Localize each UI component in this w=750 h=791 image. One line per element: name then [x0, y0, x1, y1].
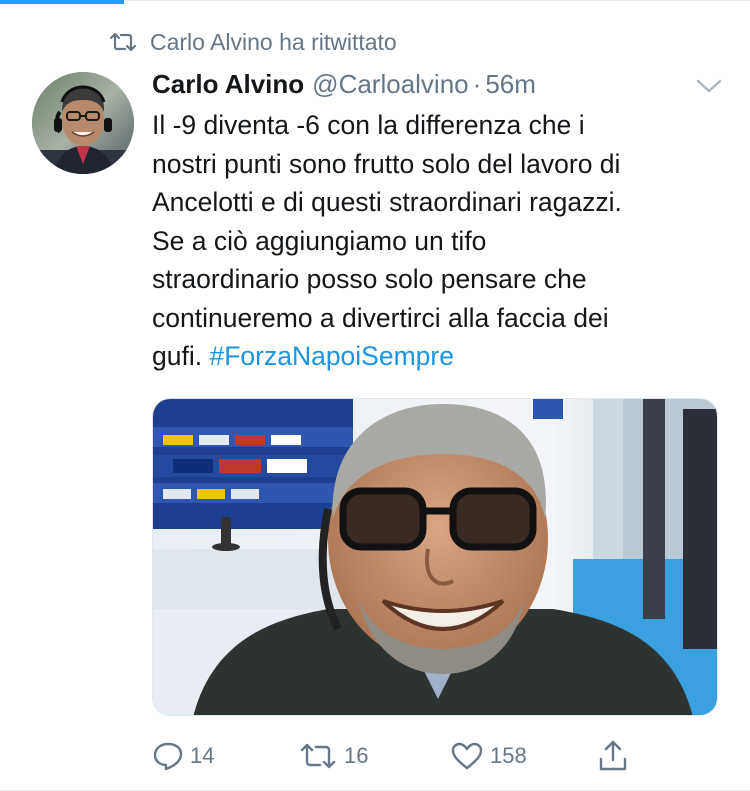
timestamp[interactable]: 56m — [485, 69, 536, 100]
tweet-text-line: Se a ciò aggiungiamo un tifo — [152, 225, 487, 256]
avatar[interactable] — [32, 72, 134, 174]
avatar-image — [32, 72, 134, 174]
like-count: 158 — [490, 743, 527, 768]
reply-icon — [153, 742, 183, 771]
reply-count: 14 — [190, 743, 215, 768]
media-photo — [153, 399, 717, 715]
retweet-context-label: Carlo Alvino ha ritwittato — [150, 28, 397, 55]
tweet-header: Carlo Alvino @Carloalvino · 56m — [152, 66, 536, 102]
retweet-button[interactable]: 16 — [298, 736, 368, 776]
retweet-count: 16 — [344, 743, 369, 768]
tweet-text-line: nostri punti sono frutto solo del lavoro… — [152, 148, 621, 179]
display-name[interactable]: Carlo Alvino — [152, 69, 304, 100]
tab-indicator — [0, 0, 124, 4]
action-bar: 14 16 158 — [152, 736, 652, 776]
chevron-down-icon[interactable] — [694, 74, 724, 96]
tweet-text-line: Ancelotti e di questi straordinari ragaz… — [152, 187, 622, 217]
tweet-text: Il -9 diventa -6 con la differenza che i… — [152, 106, 722, 376]
reply-button[interactable]: 14 — [152, 736, 214, 776]
tweet-text-end: gufi. — [152, 341, 203, 371]
retweet-context[interactable]: Carlo Alvino ha ritwittato — [108, 27, 397, 57]
hashtag-link[interactable]: #ForzaNapoiSempre — [209, 341, 454, 371]
share-icon — [599, 740, 627, 771]
like-button[interactable]: 158 — [450, 736, 527, 776]
tweet-text-line: Il -9 diventa -6 con la differenza che i — [152, 110, 585, 140]
retweet-icon — [300, 743, 336, 769]
tweet-media[interactable] — [152, 398, 718, 716]
user-handle[interactable]: @Carloalvino — [312, 69, 468, 100]
share-button[interactable] — [596, 736, 630, 776]
retweet-icon — [109, 32, 137, 52]
tweet-text-line: straordinario posso solo pensare che — [152, 264, 587, 294]
tweet-text-line-last: gufi. #ForzaNapoiSempre — [152, 337, 722, 376]
heart-icon — [451, 742, 483, 770]
separator-dot: · — [472, 68, 482, 99]
tweet-text-line: continueremo a divertirci alla faccia de… — [152, 302, 609, 333]
